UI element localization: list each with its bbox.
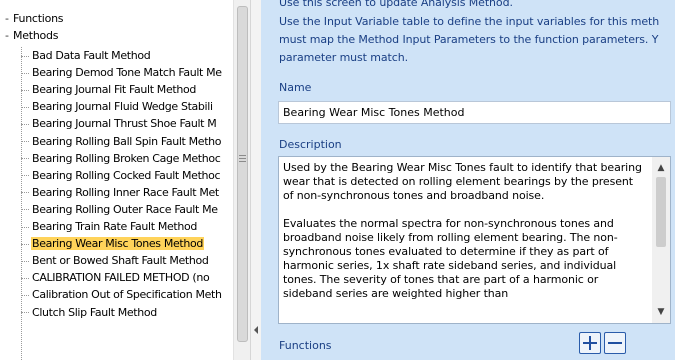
tree-branch-connector [21, 72, 29, 74]
intro-text-line: must map the Method Input Parameters to … [279, 33, 659, 46]
tree-branch-connector [21, 277, 29, 279]
tree-branch-connector [21, 141, 29, 142]
tree-item-label: Bad Data Fault Method [32, 49, 151, 62]
tree-item[interactable]: Bent or Bowed Shaft Fault Method [21, 252, 233, 269]
tree-item[interactable]: Bearing Rolling Inner Race Fault Met [21, 184, 233, 201]
tree-item[interactable]: Bearing Rolling Cocked Fault Methoc [21, 167, 233, 184]
tree-item-label: Bearing Wear Misc Tones Method [31, 237, 204, 251]
tree-node-methods-label: Methods [13, 29, 59, 42]
tree-item-label: Bearing Journal Fluid Wedge Stabili [32, 100, 213, 114]
collapse-icon[interactable]: - [5, 27, 13, 44]
tree-item[interactable]: Bad Data Fault Method [21, 47, 233, 64]
intro-text-line: Use the Input Variable table to define t… [279, 15, 660, 28]
tree-item[interactable]: Clutch Slip Fault Method [21, 304, 233, 321]
grip-icon [239, 155, 246, 164]
minus-icon [608, 342, 622, 344]
name-field[interactable] [278, 101, 671, 124]
tree-branch-connector [21, 89, 29, 91]
tree-item[interactable]: CALIBRATION FAILED METHOD (no [21, 269, 233, 286]
tree-item[interactable]: Bearing Journal Thrust Shoe Fault M [21, 115, 233, 132]
tree-node-functions[interactable]: - Functions [5, 10, 64, 27]
tree-scrollbar[interactable] [233, 0, 250, 360]
tree-branch-connector [21, 294, 29, 296]
tree-branch-connector [21, 158, 29, 160]
tree-item-label: CALIBRATION FAILED METHOD (no [32, 271, 210, 285]
scroll-down-icon[interactable]: ▼ [656, 307, 666, 317]
tree-item-label: Clutch Slip Fault Method [32, 305, 157, 319]
tree-node-functions-label: Functions [13, 12, 64, 25]
tree-item-label: Bearing Journal Fit Fault Method [32, 83, 196, 97]
intro-text-line: parameter must match. [279, 51, 408, 64]
description-scrollbar-thumb[interactable] [656, 177, 666, 247]
plus-icon [583, 336, 597, 350]
tree-branch-connector [21, 55, 29, 57]
tree-branch-connector [21, 192, 29, 194]
tree-branch-connector [21, 226, 29, 228]
tree-item-label: Calibration Out of Specification Meth [32, 288, 222, 302]
collapse-left-arrow-icon[interactable] [254, 326, 258, 334]
tree-branch-connector [21, 312, 29, 313]
method-detail-panel: Use this screen to update Analysis Metho… [261, 0, 675, 360]
intro-text-line: Use this screen to update Analysis Metho… [279, 0, 513, 9]
tree-scrollbar-thumb[interactable] [237, 6, 248, 342]
tree-item[interactable]: Bearing Demod Tone Match Fault Me [21, 64, 233, 81]
tree-branch-connector [21, 209, 29, 211]
tree-item[interactable]: Bearing Wear Misc Tones Method [21, 235, 233, 252]
tree-item-label: Bearing Train Rate Fault Method [32, 220, 197, 233]
tree-item-label: Bearing Rolling Ball Spin Fault Metho [32, 134, 222, 148]
tree-node-methods[interactable]: - Methods [5, 27, 59, 44]
pane-splitter[interactable] [250, 0, 261, 360]
tree-item-label: Bent or Bowed Shaft Fault Method [32, 254, 209, 268]
tree-item-label: Bearing Rolling Broken Cage Methoc [32, 151, 221, 165]
remove-function-button[interactable] [604, 332, 626, 354]
tree-item[interactable]: Calibration Out of Specification Meth [21, 286, 233, 303]
description-textarea[interactable]: Used by the Bearing Wear Misc Tones faul… [278, 156, 671, 324]
tree-item-label: Bearing Rolling Outer Race Fault Me [32, 202, 218, 216]
method-tree[interactable]: - Functions - Methods Bad Data Fault Metho… [0, 0, 233, 360]
tree-branch-connector [21, 123, 29, 125]
tree-item[interactable]: Bearing Journal Fit Fault Method [21, 81, 233, 98]
tree-branch-connector [21, 175, 29, 177]
tree-branch-connector [21, 106, 29, 108]
tree-branch-connector [21, 260, 29, 262]
tree-item[interactable]: Bearing Journal Fluid Wedge Stabili [21, 98, 233, 115]
tree-item[interactable]: Bearing Rolling Outer Race Fault Me [21, 201, 233, 218]
tree-item-label: Bearing Rolling Inner Race Fault Met [32, 185, 219, 199]
tree-item[interactable]: Bearing Train Rate Fault Method [21, 218, 233, 235]
tree-item[interactable]: Bearing Rolling Ball Spin Fault Metho [21, 133, 233, 150]
add-function-button[interactable] [579, 332, 601, 354]
tree-branch-connector [21, 243, 29, 245]
scroll-up-icon[interactable]: ▲ [656, 163, 666, 173]
tree-item-label: Bearing Demod Tone Match Fault Me [32, 66, 222, 80]
collapse-icon[interactable]: - [5, 10, 13, 27]
tree-item[interactable]: Bearing Rolling Broken Cage Methoc [21, 150, 233, 167]
name-label: Name [279, 81, 312, 94]
description-scrollbar[interactable]: ▲ ▼ [652, 157, 670, 323]
functions-label: Functions [279, 339, 332, 352]
tree-item-label: Bearing Rolling Cocked Fault Methoc [32, 168, 221, 182]
description-text: Used by the Bearing Wear Misc Tones faul… [283, 161, 642, 300]
description-label: Description [279, 138, 342, 151]
tree-item-label: Bearing Journal Thrust Shoe Fault M [32, 117, 217, 131]
